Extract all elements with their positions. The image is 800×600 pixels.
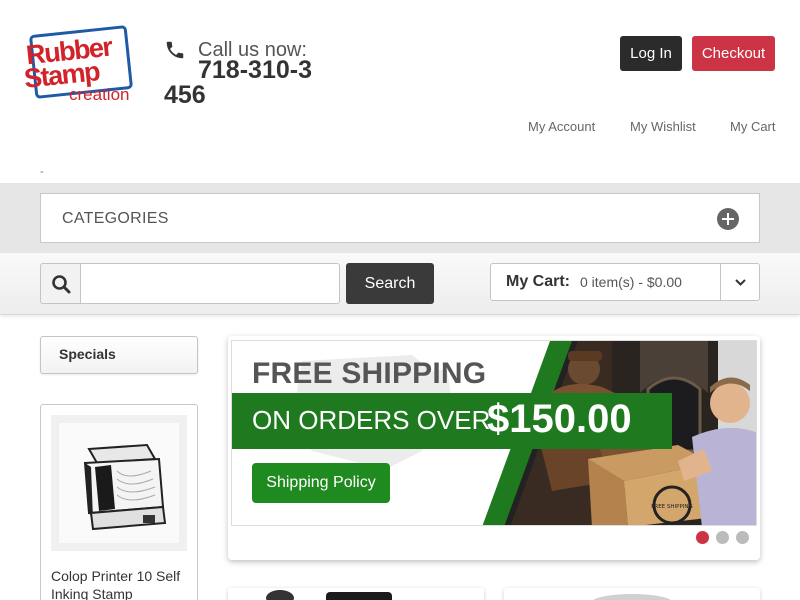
- categories-toggle[interactable]: CATEGORIES: [40, 193, 760, 243]
- product-image[interactable]: [51, 415, 187, 551]
- carousel-dot-1[interactable]: [696, 531, 709, 544]
- stamp-illustration: [59, 423, 179, 543]
- specials-button[interactable]: Specials: [40, 336, 198, 374]
- cart-label: My Cart:: [506, 273, 571, 290]
- checkout-button[interactable]: Checkout: [692, 36, 775, 71]
- product-tile-image: [266, 590, 392, 600]
- product-tile[interactable]: [504, 588, 760, 600]
- carousel-dot-3[interactable]: [736, 531, 749, 544]
- breadcrumb-separator: -: [40, 166, 44, 178]
- my-account-link[interactable]: My Account: [528, 119, 595, 135]
- cart-summary: 0 item(s) - $0.00: [580, 274, 682, 290]
- cart-dropdown-toggle[interactable]: [720, 264, 759, 300]
- search-button[interactable]: Search: [346, 263, 434, 304]
- search-input[interactable]: [80, 263, 340, 304]
- search-icon: [52, 275, 71, 294]
- chevron-down-icon: [735, 279, 746, 286]
- categories-label: CATEGORIES: [62, 210, 169, 227]
- box-stamp-text: FREE SHIPPING: [651, 504, 693, 510]
- my-wishlist-link[interactable]: My Wishlist: [630, 119, 696, 135]
- plus-circle-icon[interactable]: [717, 208, 739, 230]
- phone-number[interactable]: 718-310-3456: [164, 58, 314, 108]
- banner-subline: ON ORDERS OVER: [252, 405, 491, 435]
- product-tile-image: [593, 594, 671, 600]
- free-shipping-banner[interactable]: FREE SHIPPING FREE SHIPPING ON ORDERS OV…: [231, 340, 757, 526]
- login-button[interactable]: Log In: [620, 36, 682, 71]
- product-tile[interactable]: [228, 588, 484, 600]
- search-icon-box: [40, 263, 81, 304]
- shipping-policy-button[interactable]: Shipping Policy: [252, 463, 390, 503]
- my-cart-link[interactable]: My Cart: [730, 119, 776, 135]
- logo-word-creation: creation: [69, 85, 130, 104]
- site-logo[interactable]: Rubber Stamp creation: [23, 24, 138, 106]
- carousel-dot-2[interactable]: [716, 531, 729, 544]
- product-card[interactable]: Colop Printer 10 Self Inking Stamp: [40, 404, 198, 600]
- specials-label: Specials: [59, 346, 116, 362]
- banner-headline: FREE SHIPPING: [252, 357, 487, 390]
- cart-dropdown[interactable]: My Cart: 0 item(s) - $0.00: [490, 263, 760, 301]
- product-name[interactable]: Colop Printer 10 Self Inking Stamp: [51, 567, 191, 600]
- banner-amount: $150.00: [487, 397, 632, 441]
